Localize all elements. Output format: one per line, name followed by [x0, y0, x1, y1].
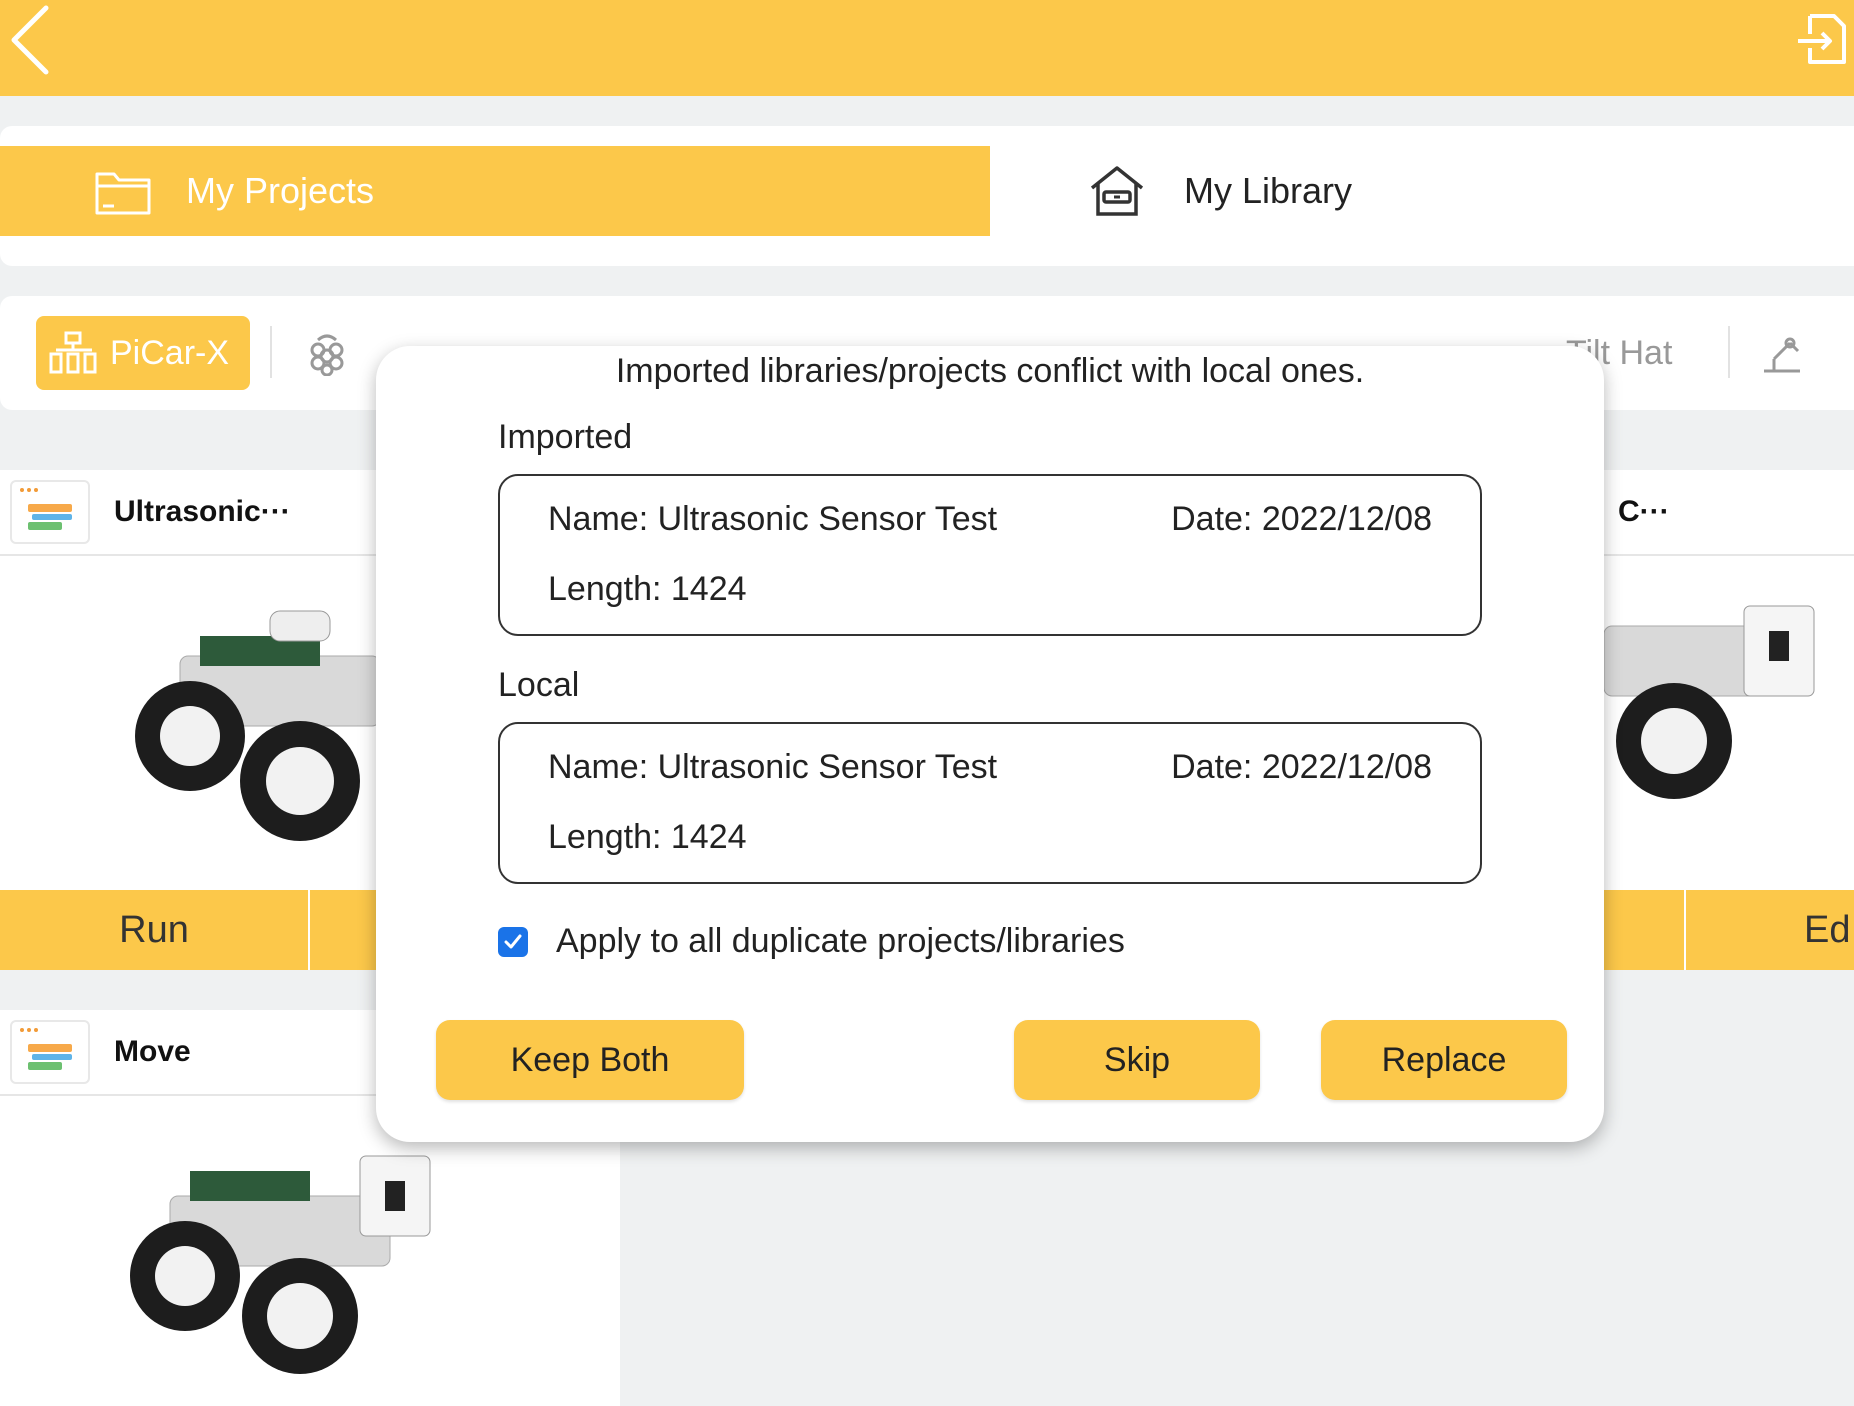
imported-name: Name: Ultrasonic Sensor Test: [548, 500, 998, 538]
local-info-box: Name: Ultrasonic Sensor Test Date: 2022/…: [498, 722, 1482, 884]
local-date: Date: 2022/12/08: [1171, 748, 1432, 786]
tab-my-projects-label: My Projects: [186, 170, 375, 211]
raspberry-icon: [310, 334, 344, 376]
card-title: Move: [114, 1035, 191, 1068]
tab-my-library-label: My Library: [1184, 170, 1353, 211]
card-header: C···: [1604, 470, 1854, 556]
imported-label: Imported: [498, 418, 633, 456]
local-name: Name: Ultrasonic Sensor Test: [548, 748, 998, 786]
device-picar-x[interactable]: PiCar-X: [36, 316, 250, 390]
code-blocks-icon: [10, 480, 90, 544]
imported-date: Date: 2022/12/08: [1171, 500, 1432, 538]
import-file-icon[interactable]: [1796, 12, 1848, 66]
code-blocks-icon: [10, 1020, 90, 1084]
dialog-title: Imported libraries/projects conflict wit…: [615, 352, 1365, 390]
tabs-panel: My Projects My Library: [0, 126, 1854, 266]
keep-both-button[interactable]: Keep Both: [436, 1020, 744, 1100]
apply-all-checkbox[interactable]: [498, 926, 528, 957]
run-button[interactable]: Run: [0, 890, 308, 970]
tab-my-projects[interactable]: My Projects: [0, 146, 990, 236]
skip-button[interactable]: Skip: [1014, 1020, 1260, 1100]
picar-robot-image: [1604, 605, 1815, 799]
apply-all-option[interactable]: Apply to all duplicate projects/librarie…: [498, 922, 1125, 961]
project-card[interactable]: C··· Ed: [1604, 470, 1854, 970]
device-separator: [1728, 326, 1730, 378]
device-picar-x-label: PiCar-X: [110, 333, 230, 372]
edit-button[interactable]: Ed: [1686, 890, 1854, 970]
local-length: Length: 1424: [548, 818, 747, 856]
robot-arm-icon: [1764, 337, 1800, 373]
checkmark-icon: [504, 934, 522, 948]
picar-robot-image: [130, 1155, 431, 1374]
card-title: C···: [1618, 495, 1670, 528]
folder-icon: [95, 172, 151, 215]
replace-button[interactable]: Replace: [1321, 1020, 1567, 1100]
apply-all-label: Apply to all duplicate projects/librarie…: [556, 922, 1125, 960]
top-bar: [0, 0, 1854, 96]
card-image: [0, 1096, 620, 1406]
card-title: Ultrasonic···: [114, 495, 291, 528]
conflict-dialog: Imported libraries/projects conflict wit…: [376, 346, 1604, 1142]
back-chevron-icon[interactable]: [8, 4, 58, 76]
device-robot-arm[interactable]: [1760, 316, 1804, 390]
card-image: [1604, 556, 1854, 886]
home-library-icon: [1090, 166, 1144, 216]
picar-icon: [49, 331, 97, 374]
tab-my-library[interactable]: My Library: [1088, 146, 1588, 236]
device-raspberry-pi[interactable]: [306, 316, 348, 390]
imported-length: Length: 1424: [548, 570, 747, 608]
run-button[interactable]: [1604, 890, 1684, 970]
imported-info-box: Name: Ultrasonic Sensor Test Date: 2022/…: [498, 474, 1482, 636]
card-actions: Ed: [1604, 890, 1854, 970]
local-label: Local: [498, 666, 580, 704]
device-separator: [270, 326, 272, 378]
